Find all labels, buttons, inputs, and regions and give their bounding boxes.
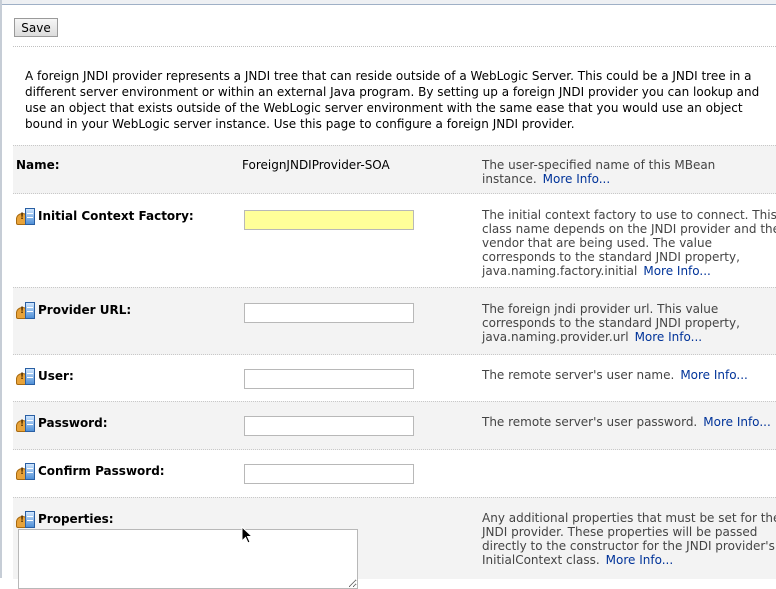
dynamic-config-icon [16, 301, 36, 319]
password-input[interactable] [244, 416, 414, 436]
provider-url-label: Provider URL: [16, 301, 131, 319]
name-label: Name: [16, 158, 60, 172]
properties-more-info-link[interactable]: More Info... [606, 553, 674, 567]
initial-context-factory-description: The initial context factory to use to co… [482, 208, 776, 278]
provider-url-description: The foreign jndi provider url. This valu… [482, 302, 740, 344]
row-user: User: The remote server's user name.More… [13, 354, 776, 402]
dynamic-config-icon [16, 207, 36, 225]
name-description: The user-specified name of this MBean in… [482, 158, 716, 186]
dynamic-config-icon [16, 367, 36, 385]
password-more-info-link[interactable]: More Info... [703, 415, 771, 429]
name-value: ForeignJNDIProvider-SOA [242, 158, 390, 172]
save-button[interactable]: Save [14, 18, 58, 37]
name-more-info-link[interactable]: More Info... [543, 172, 611, 186]
initial-context-factory-more-info-link[interactable]: More Info... [643, 264, 711, 278]
properties-description: Any additional properties that must be s… [482, 511, 776, 567]
row-initial-context-factory: Initial Context Factory: The initial con… [13, 193, 776, 288]
top-border [0, 0, 776, 5]
row-provider-url: Provider URL: The foreign jndi provider … [13, 287, 776, 355]
dynamic-config-icon [16, 510, 36, 528]
left-border [0, 0, 2, 578]
user-input[interactable] [244, 369, 414, 389]
properties-label: Properties: [16, 510, 114, 528]
provider-url-more-info-link[interactable]: More Info... [635, 330, 703, 344]
divider [13, 46, 776, 47]
dynamic-config-icon [16, 414, 36, 432]
dynamic-config-icon [16, 462, 36, 480]
provider-url-input[interactable] [244, 303, 414, 323]
user-more-info-link[interactable]: More Info... [680, 368, 748, 382]
intro-text: A foreign JNDI provider represents a JND… [25, 69, 760, 131]
confirm-password-label: Confirm Password: [16, 462, 165, 480]
initial-context-factory-input[interactable] [244, 210, 414, 230]
user-description: The remote server's user name. More Info.… [482, 368, 748, 382]
password-description: The remote server's user password. More I… [482, 415, 771, 429]
user-label: User: [16, 367, 74, 385]
confirm-password-input[interactable] [244, 464, 414, 484]
mouse-pointer-icon [241, 526, 254, 544]
properties-textarea[interactable] [18, 529, 358, 589]
initial-context-factory-label: Initial Context Factory: [16, 207, 194, 225]
row-properties: Properties: Any additional properties th… [13, 497, 776, 589]
row-name: Name: ForeignJNDIProvider-SOA The user-s… [13, 145, 776, 194]
password-label: Password: [16, 414, 108, 432]
row-password: Password: The remote server's user passw… [13, 401, 776, 450]
row-confirm-password: Confirm Password: [13, 449, 776, 498]
